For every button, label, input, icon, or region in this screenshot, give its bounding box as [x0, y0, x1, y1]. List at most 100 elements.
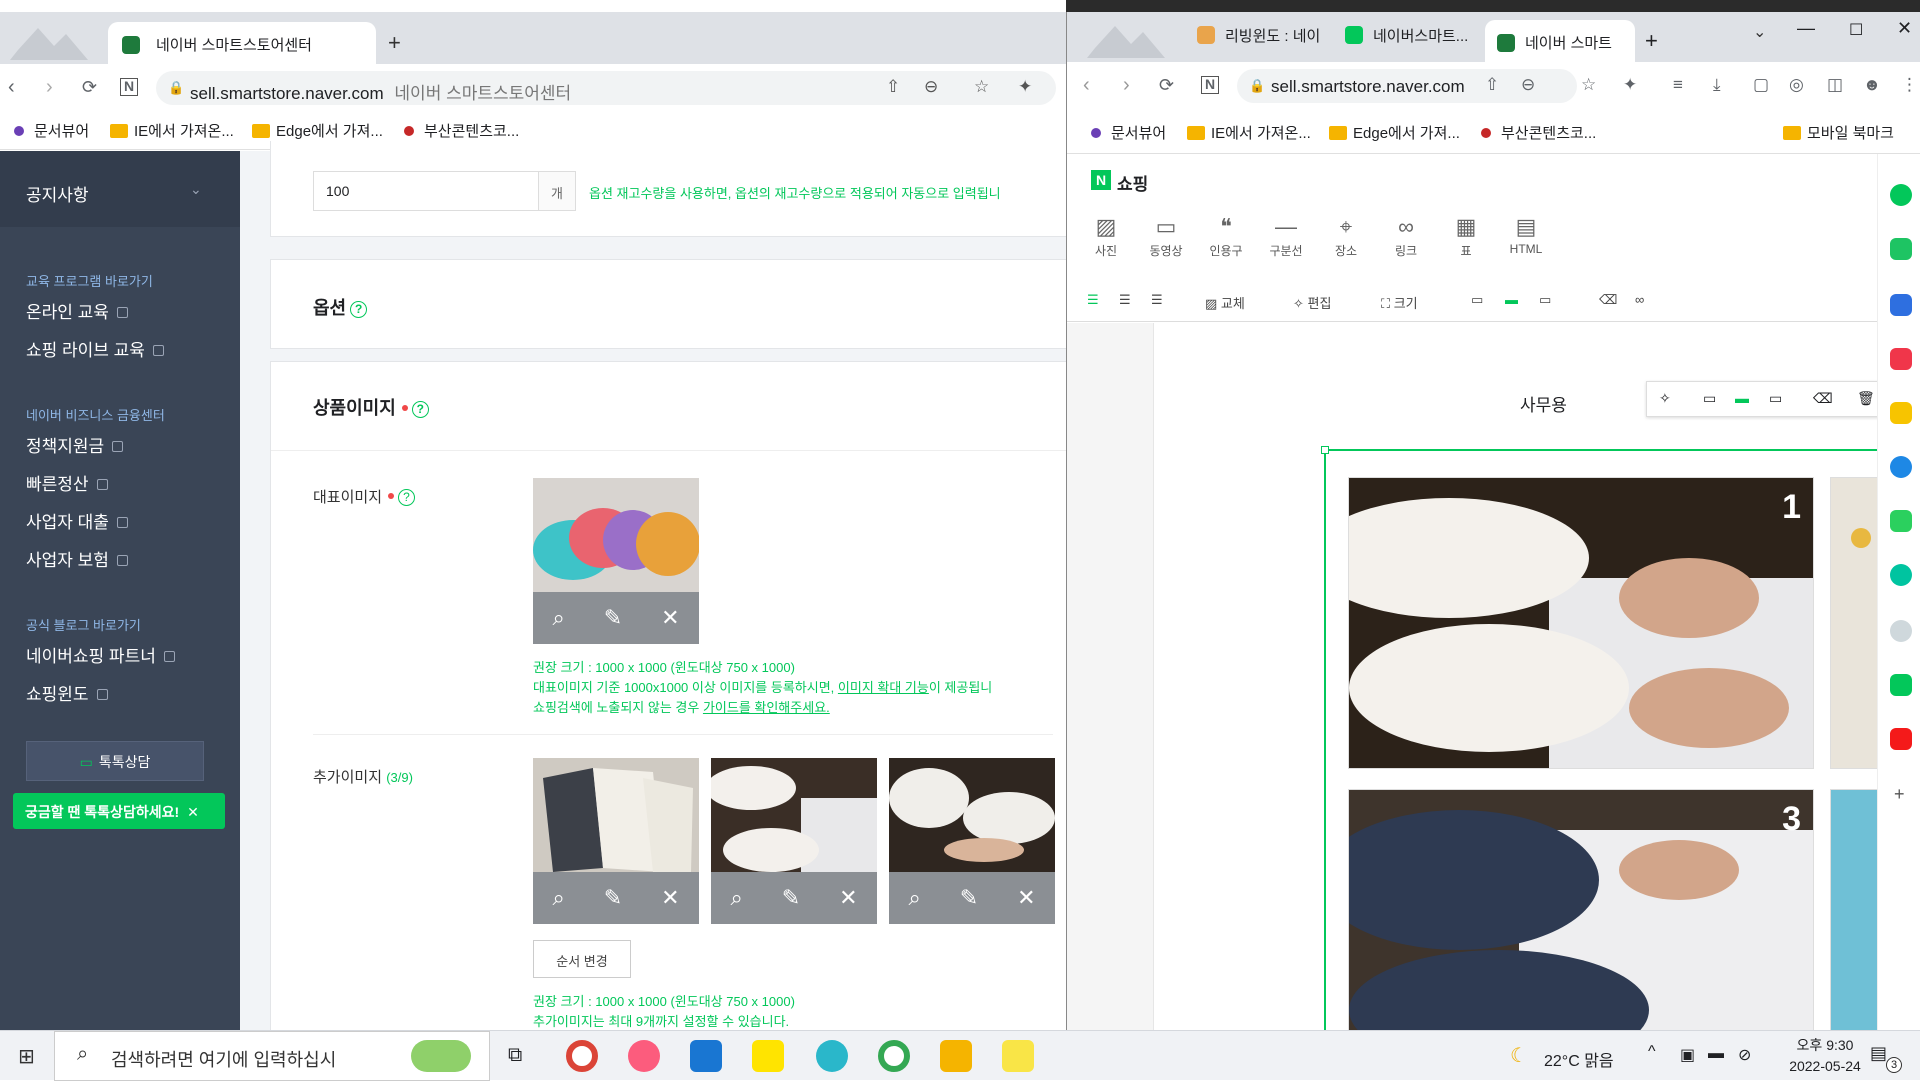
extensions-icon[interactable]: ✦ — [1623, 74, 1637, 96]
notification-icon[interactable]: ▤ — [1870, 1043, 1887, 1064]
bookmark-docviewer[interactable]: 문서뷰어 — [1091, 122, 1166, 143]
bookmark-busan[interactable]: 부산콘텐츠코... — [1481, 122, 1596, 143]
play-icon[interactable] — [1890, 564, 1912, 586]
toolbar-link[interactable]: ∞ 링크 — [1381, 212, 1431, 259]
whale-icon[interactable] — [816, 1040, 848, 1072]
tab-smartstore-2[interactable]: 네이버스마트... — [1345, 25, 1468, 46]
delete-icon[interactable]: ✕ — [839, 885, 857, 911]
back-icon[interactable]: ‹ — [8, 76, 15, 98]
screenshot-icon[interactable]: ◎ — [1789, 74, 1804, 96]
toolbar-table[interactable]: ▦ 표 — [1441, 212, 1491, 259]
pocket-icon[interactable] — [1890, 348, 1912, 370]
webtoon-icon[interactable] — [1890, 674, 1912, 696]
layout-full-icon[interactable]: ▬ — [1505, 292, 1518, 307]
reload-icon[interactable]: ⟳ — [82, 76, 97, 98]
forward-icon[interactable]: › — [1123, 74, 1130, 96]
back-icon[interactable]: ‹ — [1083, 74, 1090, 96]
size-button[interactable]: ⛶ 크기 — [1381, 293, 1418, 312]
naver-icon[interactable]: N — [1201, 76, 1219, 94]
add-image-2[interactable]: ⌕ ✎ ✕ — [706, 758, 877, 924]
align-left-icon[interactable]: ☰ — [1087, 292, 1099, 308]
add-image-3[interactable]: ⌕ ✎ ✕ — [889, 758, 1055, 924]
zoom-icon[interactable]: ⊖ — [924, 77, 938, 97]
delete-icon[interactable]: ✕ — [1017, 885, 1035, 911]
sidebar-item-quick-settle[interactable]: 빠른정산 — [26, 470, 108, 495]
sidebar-item-loan[interactable]: 사업자 대출 — [26, 508, 128, 533]
editor-document[interactable]: 사무용 ✧ ▭ ▬ ▭ ⌫ 🗑 1 3 — [1153, 323, 1904, 1030]
reload-icon[interactable]: ⟳ — [1159, 74, 1174, 96]
guide-link[interactable]: 가이드를 확인해주세요. — [703, 700, 830, 715]
align-right-icon[interactable]: ☰ — [1151, 292, 1163, 308]
more-icon[interactable]: ⋮ — [1901, 74, 1918, 96]
talk-button[interactable]: ▭ 톡톡상담 — [26, 741, 204, 781]
favorites-icon[interactable]: ☆ — [974, 77, 989, 97]
windows-start-icon[interactable]: ⊞ — [18, 1044, 35, 1069]
order-change-button[interactable]: 순서 변경 — [533, 940, 631, 978]
new-tab-button[interactable]: + — [388, 30, 401, 56]
share-icon[interactable]: ⇧ — [1485, 74, 1499, 96]
help-icon[interactable]: ? — [398, 489, 416, 506]
character-icon[interactable] — [1890, 620, 1912, 642]
stock-input[interactable]: 100 — [313, 171, 539, 211]
toolbar-divider[interactable]: — 구분선 — [1261, 212, 1311, 259]
edit-icon[interactable]: ✎ — [604, 885, 622, 911]
profile-icon[interactable]: ☻ — [1863, 74, 1881, 96]
extensions-icon[interactable]: ✦ — [1018, 77, 1032, 97]
tab-smartstore[interactable]: 네이버 스마트스토어센터 — [108, 22, 376, 64]
chrome-icon[interactable] — [566, 1040, 598, 1072]
layout-wide-icon[interactable]: ▭ — [1769, 390, 1782, 407]
bookmark-folder-edge[interactable]: Edge에서 가져... — [1329, 122, 1460, 143]
share-icon[interactable]: ⇧ — [886, 77, 900, 97]
zoom-icon[interactable]: ⊖ — [1521, 74, 1535, 96]
search-icon[interactable]: ⌕ — [552, 605, 564, 631]
capture-icon[interactable]: ▢ — [1753, 74, 1769, 96]
tab-smartstore-active[interactable]: 네이버 스마트 — [1485, 20, 1635, 62]
sidebar-notice-row[interactable]: 공지사항 ⌄ — [0, 151, 240, 227]
kakaotalk-icon[interactable] — [752, 1040, 784, 1072]
search-icon[interactable]: ⌕ — [552, 885, 564, 911]
reading-list-icon[interactable]: ≡ — [1673, 74, 1683, 96]
rep-image[interactable]: ⌕ ✎ ✕ — [533, 478, 700, 644]
tag-icon[interactable]: ⌫ — [1599, 292, 1617, 308]
minimize-icon[interactable]: — — [1797, 18, 1815, 39]
delete-icon[interactable]: ✕ — [661, 605, 679, 631]
store-icon[interactable] — [690, 1040, 722, 1072]
toolbar-place[interactable]: ⌖ 장소 — [1321, 212, 1371, 259]
briefcase-icon[interactable] — [1890, 294, 1912, 316]
task-view-icon[interactable]: ⧉ — [508, 1044, 522, 1067]
layout-wide-icon[interactable]: ▭ — [1539, 292, 1551, 308]
bookmark-docviewer[interactable]: 문서뷰어 — [14, 120, 89, 141]
battery-icon[interactable]: ▬ — [1708, 1045, 1724, 1063]
add-image-1[interactable]: ⌕ ✎ ✕ — [533, 758, 699, 924]
layout-left-icon[interactable]: ▭ — [1471, 292, 1483, 308]
edit-icon[interactable]: ✎ — [782, 885, 800, 911]
naver-icon[interactable]: N — [120, 78, 138, 96]
search-icon[interactable]: ⌕ — [908, 885, 920, 911]
taskbar-search[interactable]: ⌕ 검색하려면 여기에 입력하십시 — [54, 1031, 490, 1081]
link-icon[interactable]: ∞ — [1635, 292, 1644, 307]
url-box[interactable]: 🔒 sell.smartstore.naver.com 네이버 스마트스토어센터… — [156, 71, 1056, 105]
edit-icon[interactable]: ✎ — [960, 885, 978, 911]
trash-icon[interactable]: 🗑 — [1857, 390, 1875, 407]
edit-icon[interactable]: ✎ — [604, 605, 622, 631]
app-icon-green-circle[interactable] — [1890, 184, 1912, 206]
layout-full-icon[interactable]: ▬ — [1735, 390, 1749, 406]
bookmark-folder-ie[interactable]: IE에서 가져온... — [1187, 122, 1311, 143]
delete-icon[interactable]: ✕ — [661, 885, 679, 911]
toolbar-quote[interactable]: ❝ 인용구 — [1201, 212, 1251, 259]
tab-list-icon[interactable]: ⌄ — [1753, 22, 1766, 42]
bookmark-busan[interactable]: 부산콘텐츠코... — [404, 120, 519, 141]
chrome-profile-icon[interactable] — [878, 1040, 910, 1072]
split-view-icon[interactable]: ◫ — [1827, 74, 1843, 96]
tab-living-window[interactable]: 리빙윈도 : 네이 — [1197, 25, 1320, 46]
now-icon[interactable] — [1890, 728, 1912, 750]
download-icon[interactable]: ⤓ — [1713, 74, 1721, 96]
close-icon[interactable]: ✕ — [187, 804, 199, 820]
sticky-notes-icon[interactable] — [1002, 1040, 1034, 1072]
edge-icon[interactable] — [1890, 456, 1912, 478]
network-icon[interactable]: ▣ — [1680, 1045, 1695, 1065]
forward-icon[interactable]: › — [46, 76, 53, 98]
help-icon[interactable]: ? — [350, 301, 368, 318]
add-icon[interactable]: + — [1894, 784, 1905, 805]
weather-text[interactable]: 22°C 맑음 — [1544, 1047, 1614, 1071]
